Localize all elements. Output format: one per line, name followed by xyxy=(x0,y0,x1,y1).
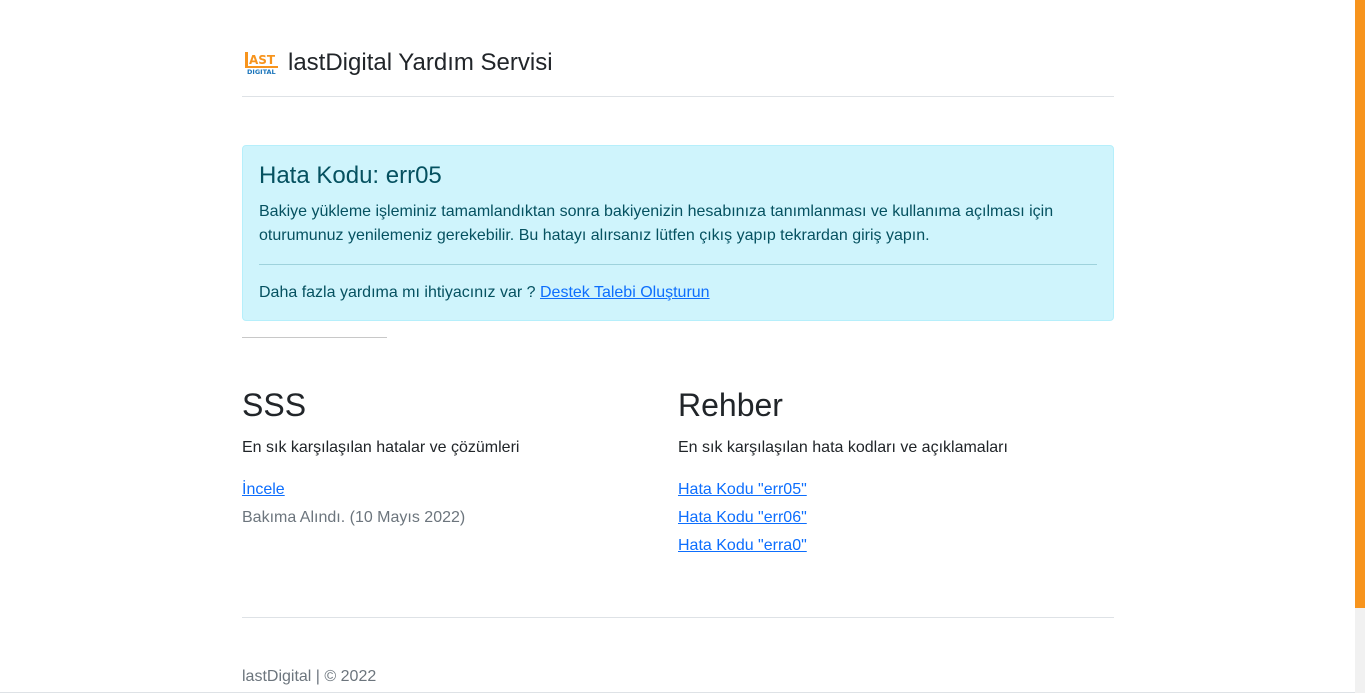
guide-link-erra0[interactable]: Hata Kodu "erra0" xyxy=(678,537,807,554)
info-columns: SSS En sık karşılaşılan hatalar ve çözüm… xyxy=(242,386,1114,560)
alert-help-text: Daha fazla yardıma mı ihtiyacınız var ? xyxy=(259,284,540,301)
guide-link-err06[interactable]: Hata Kodu "err06" xyxy=(678,509,807,526)
guide-list: Hata Kodu "err05" Hata Kodu "err06" Hata… xyxy=(678,476,1114,560)
guide-section: Rehber En sık karşılaşılan hata kodları … xyxy=(678,386,1114,560)
faq-section: SSS En sık karşılaşılan hatalar ve çözüm… xyxy=(242,386,678,560)
guide-link-err05[interactable]: Hata Kodu "err05" xyxy=(678,481,807,498)
footer: lastDigital | © 2022 xyxy=(242,617,1114,686)
header: AST DIGITAL lastDigital Yardım Servisi xyxy=(242,0,1114,97)
footer-text: lastDigital | © 2022 xyxy=(242,668,377,685)
guide-description: En sık karşılaşılan hata kodları ve açık… xyxy=(678,439,1008,456)
faq-title: SSS xyxy=(242,387,307,423)
lastdigital-logo[interactable]: AST DIGITAL xyxy=(244,51,280,75)
faq-list: İncele Bakıma Alındı. (10 Mayıs 2022) xyxy=(242,476,678,532)
list-item: Hata Kodu "err05" xyxy=(678,476,1114,504)
error-alert: Hata Kodu: err05 Bakiye yükleme işlemini… xyxy=(242,145,1114,321)
brand-title[interactable]: lastDigital Yardım Servisi xyxy=(288,49,553,77)
page-container: AST DIGITAL lastDigital Yardım Servisi H… xyxy=(242,0,1114,685)
svg-text:AST: AST xyxy=(249,53,276,67)
alert-heading: Hata Kodu: err05 xyxy=(259,162,442,189)
scrollbar-thumb[interactable] xyxy=(1355,0,1365,608)
alert-message: Bakiye yükleme işleminiz tamamlandıktan … xyxy=(259,203,1054,244)
faq-maintenance-note: Bakıma Alındı. (10 Mayıs 2022) xyxy=(242,509,466,526)
list-item: Hata Kodu "err06" xyxy=(678,504,1114,532)
svg-text:DIGITAL: DIGITAL xyxy=(247,68,276,75)
faq-description: En sık karşılaşılan hatalar ve çözümleri xyxy=(242,439,520,456)
section-divider xyxy=(242,337,387,338)
list-item: Hata Kodu "erra0" xyxy=(678,532,1114,560)
alert-divider xyxy=(259,264,1097,265)
faq-review-link[interactable]: İncele xyxy=(242,481,285,498)
list-item: İncele xyxy=(242,476,678,504)
create-support-ticket-link[interactable]: Destek Talebi Oluşturun xyxy=(540,284,710,301)
alert-help: Daha fazla yardıma mı ihtiyacınız var ? … xyxy=(259,281,1097,305)
guide-title: Rehber xyxy=(678,387,783,423)
